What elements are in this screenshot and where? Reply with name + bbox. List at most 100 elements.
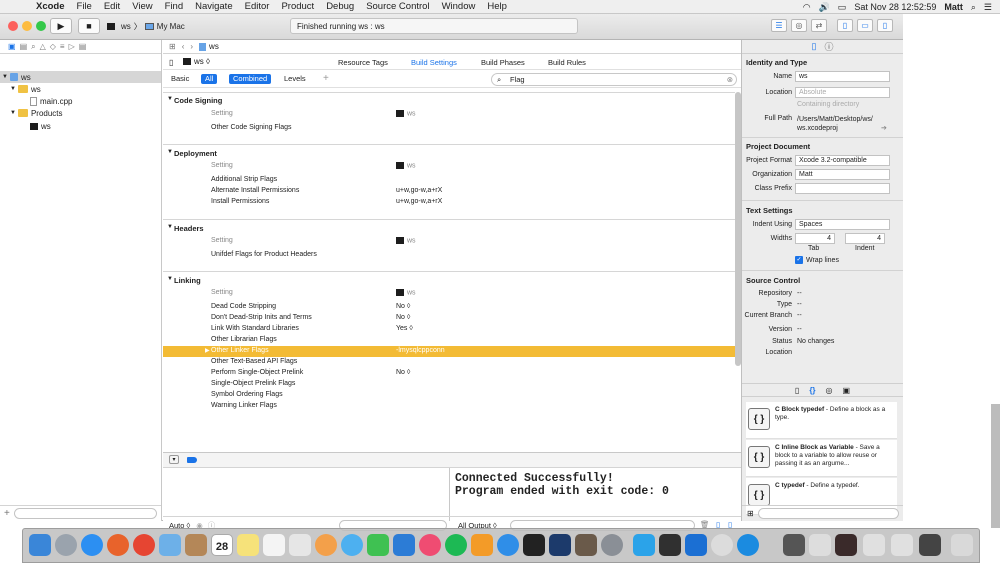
clear-search-icon[interactable]: ⊗ (727, 74, 733, 85)
close-window-button[interactable] (8, 21, 18, 31)
forward-icon[interactable]: › (190, 42, 193, 51)
setting-row[interactable]: Additional Strip Flags (163, 175, 735, 186)
nav-item-project[interactable]: ▼ ws (0, 71, 161, 83)
minimized-window-4[interactable] (863, 534, 885, 556)
setting-value[interactable]: -lmysqlcppconn (396, 347, 445, 354)
spotify-icon[interactable] (445, 534, 467, 556)
minimized-window-1[interactable] (783, 534, 805, 556)
class-prefix-field[interactable] (795, 183, 890, 194)
nav-item-group-ws[interactable]: ▼ ws (0, 83, 161, 95)
finder-icon[interactable] (29, 534, 51, 556)
setting-value[interactable]: u+w,go-w,a+rX (396, 187, 442, 194)
keynote-icon[interactable] (393, 534, 415, 556)
section-linking[interactable]: ▼ Linking (163, 275, 735, 286)
preview-icon[interactable] (289, 534, 311, 556)
project-navigator-icon[interactable]: ▣ (8, 42, 16, 51)
spotlight-icon[interactable]: ⌕ (971, 2, 976, 13)
ibooks-icon[interactable] (471, 534, 493, 556)
menu-file[interactable]: File (77, 1, 92, 12)
scheme-selector[interactable]: ws 〉 My Mac (107, 19, 185, 33)
setting-value[interactable]: No ◊ (396, 314, 410, 321)
notes-icon[interactable] (237, 534, 259, 556)
sublime-icon[interactable] (575, 534, 597, 556)
setting-row[interactable]: Single-Object Prelink Flags (163, 379, 735, 390)
itunes-icon[interactable] (419, 534, 441, 556)
menu-app[interactable]: Xcode (36, 1, 65, 12)
menu-editor[interactable]: Editor (245, 1, 270, 12)
report-navigator-icon[interactable]: ▤ (79, 42, 87, 51)
back-icon[interactable]: ‹ (182, 42, 185, 51)
filter-levels[interactable]: Levels (280, 74, 310, 84)
minimized-window-3[interactable] (835, 534, 857, 556)
project-format-select[interactable]: Xcode 3.2-compatible (795, 155, 890, 166)
setting-value[interactable]: No ◊ (396, 303, 410, 310)
find-navigator-icon[interactable]: ⌕ (31, 42, 35, 52)
symbol-navigator-icon[interactable]: ▤ (20, 42, 28, 51)
menu-source-control[interactable]: Source Control (366, 1, 429, 12)
setting-row[interactable]: Don't Dead-Strip Inits and Terms No ◊ (163, 313, 735, 324)
system-preferences-icon[interactable] (601, 534, 623, 556)
notification-center-icon[interactable]: ☰ (984, 2, 992, 13)
teamviewer-icon[interactable] (737, 534, 759, 556)
file-inspector-icon[interactable]: ▯ (812, 41, 817, 52)
setting-row[interactable]: Link With Standard Libraries Yes ◊ (163, 324, 735, 335)
setting-row[interactable]: Warning Linker Flags (163, 401, 735, 412)
filter-basic[interactable]: Basic (167, 74, 193, 84)
nav-item-main-cpp[interactable]: main.cpp (0, 95, 161, 107)
snippet-item[interactable]: { } C Inline Block as Variable - Save a … (746, 440, 897, 477)
section-headers[interactable]: ▼ Headers (163, 223, 735, 234)
settings-search-input[interactable]: ⌕ Flag ⊗ (491, 73, 737, 86)
nav-item-products[interactable]: ▼ Products (0, 107, 161, 119)
safari-icon[interactable] (81, 534, 103, 556)
xcode-icon[interactable] (685, 534, 707, 556)
setting-row[interactable]: Install Permissions u+w,go-w,a+rX (163, 197, 735, 208)
menu-find[interactable]: Find (165, 1, 183, 12)
wrap-lines-checkbox[interactable]: ✓ Wrap lines (795, 256, 839, 264)
minimize-window-button[interactable] (22, 21, 32, 31)
library-filter-input[interactable] (757, 508, 899, 519)
calendar-icon[interactable]: 28 (211, 534, 233, 556)
setting-row[interactable]: Other Code Signing Flags (163, 123, 735, 134)
trash-dock-icon[interactable] (951, 534, 973, 556)
setting-row-selected[interactable]: ▶ Other Linker Flags -lmysqlcppconn (163, 346, 735, 357)
battery-icon[interactable]: ▭ (838, 2, 847, 13)
standard-editor-button[interactable]: ☰ (771, 19, 787, 32)
setting-row[interactable]: Perform Single-Object Prelink No ◊ (163, 368, 735, 379)
stop-button[interactable]: ■ (78, 18, 100, 34)
launchpad-icon[interactable] (55, 534, 77, 556)
target-selector[interactable]: ws ◊ (183, 57, 210, 66)
disclosure-closed-icon[interactable]: ▶ (205, 347, 210, 354)
reminders-icon[interactable] (263, 534, 285, 556)
menu-debug[interactable]: Debug (326, 1, 354, 12)
facetime-icon[interactable] (367, 534, 389, 556)
setting-value[interactable]: Yes ◊ (396, 325, 413, 332)
setting-row[interactable]: Alternate Install Permissions u+w,go-w,a+… (163, 186, 735, 197)
name-field[interactable]: ws (795, 71, 890, 82)
minimized-window-5[interactable] (891, 534, 913, 556)
debug-navigator-icon[interactable]: ≡ (60, 42, 65, 51)
reveal-arrow-icon[interactable]: ➔ (881, 124, 887, 132)
mail-icon[interactable] (159, 534, 181, 556)
filter-all[interactable]: All (201, 74, 218, 84)
setting-row[interactable]: Unifdef Flags for Product Headers (163, 250, 735, 261)
code-snippet-library-icon[interactable]: {} (809, 386, 815, 395)
toggle-navigator-button[interactable]: ▯ (837, 19, 853, 32)
organization-field[interactable]: Matt (795, 169, 890, 180)
related-items-icon[interactable]: ⊞ (169, 42, 176, 51)
menu-view[interactable]: View (132, 1, 152, 12)
menu-help[interactable]: Help (487, 1, 507, 12)
breakpoint-navigator-icon[interactable]: ▷ (69, 42, 75, 51)
zoom-window-button[interactable] (36, 21, 46, 31)
tab-width-field[interactable]: 4 (795, 233, 835, 244)
user-name[interactable]: Matt (944, 2, 963, 12)
clock[interactable]: Sat Nov 28 12:52:59 (854, 2, 936, 12)
tab-build-settings[interactable]: Build Settings (411, 58, 457, 67)
setting-row[interactable]: Symbol Ordering Flags (163, 390, 735, 401)
messages-icon[interactable] (341, 534, 363, 556)
minimized-window-2[interactable] (809, 534, 831, 556)
firefox-icon[interactable] (107, 534, 129, 556)
chrome-icon[interactable] (133, 534, 155, 556)
nav-item-product-ws[interactable]: ws (0, 120, 161, 132)
setting-value[interactable]: u+w,go-w,a+rX (396, 198, 442, 205)
run-button[interactable]: ▶ (50, 18, 72, 34)
